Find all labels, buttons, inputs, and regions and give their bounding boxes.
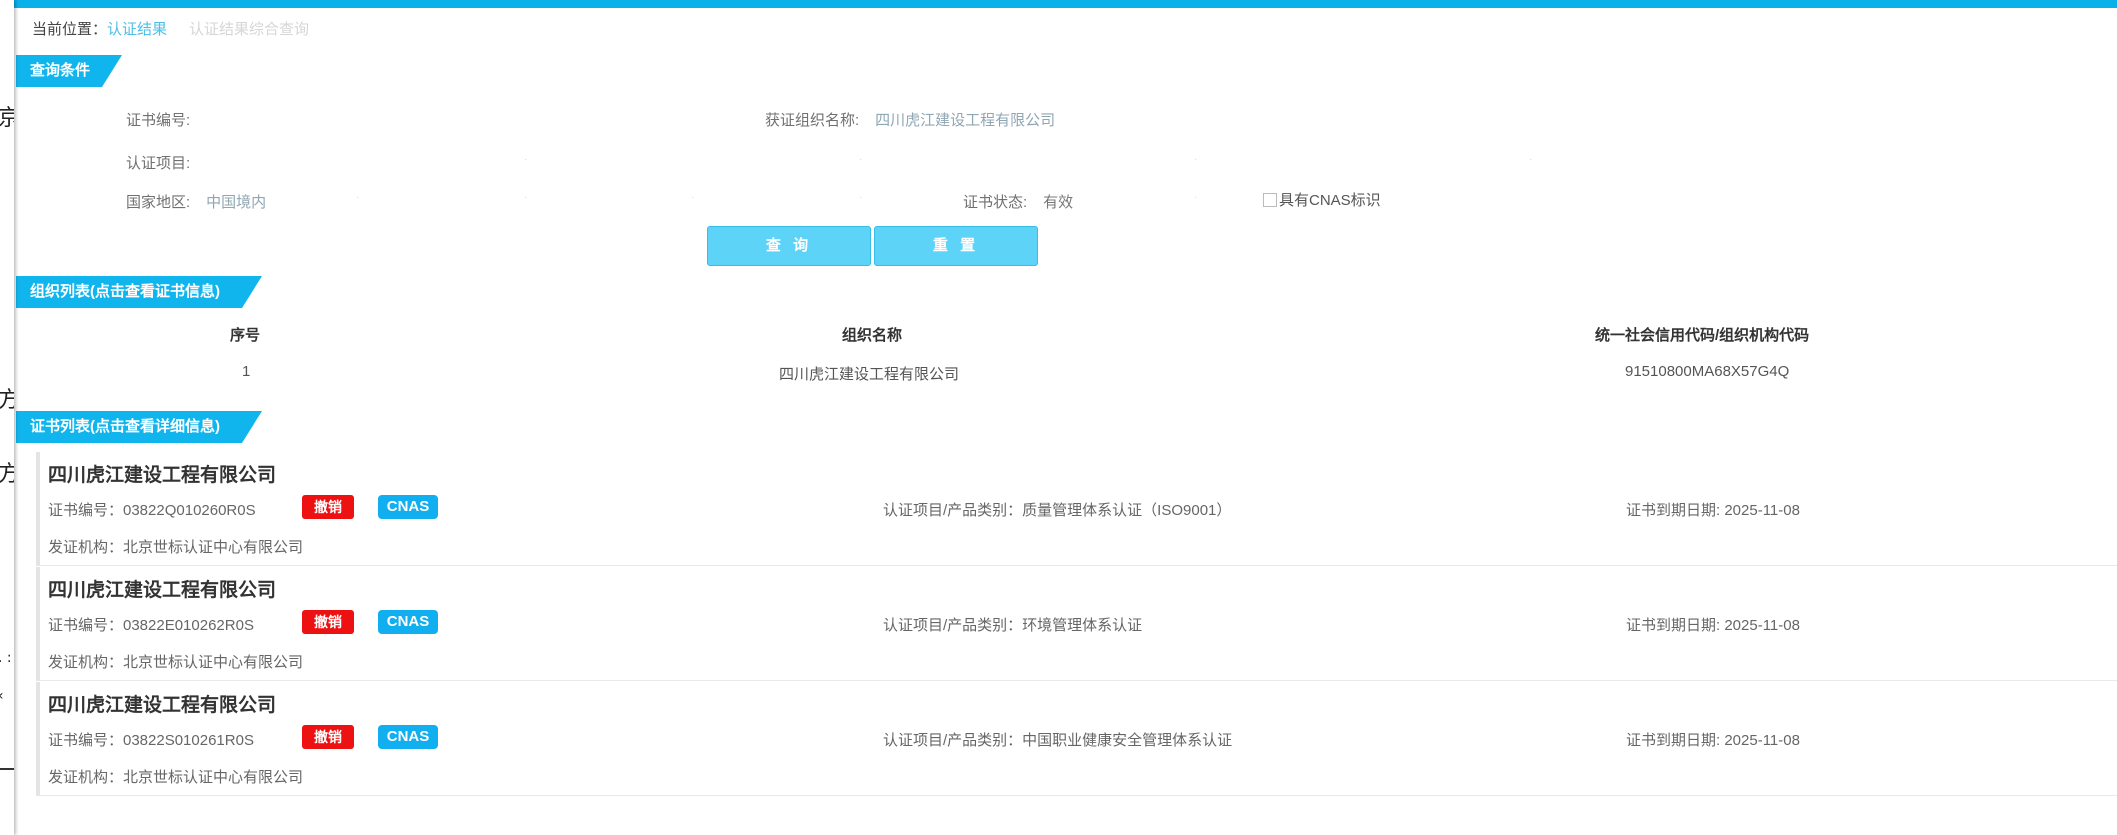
cert-expire-date: 证书到期日期: 2025-11-08 [1626,732,1800,749]
edge-glyph: ‹ [0,688,4,704]
section-cert-list-header: 证书列表(点击查看详细信息) [16,411,262,443]
cnas-checkbox-label: 具有CNAS标识 [1279,192,1381,209]
revoked-badge: 撤销 [302,725,354,749]
breadcrumb-current[interactable]: 认证结果 [107,21,167,38]
org-name-field[interactable]: 获证组织名称: 四川虎江建设工程有限公司 [765,109,1055,130]
section-org-list-header: 组织列表(点击查看证书信息) [16,276,262,308]
checkbox-box[interactable] [1263,192,1277,207]
main-content: 当前位置：认证结果 认证结果综合查询 查询条件 证书编号: 获证组织名称: 四川虎江… [14,8,2117,835]
select-divider: · [1194,154,1198,165]
edge-rule [0,768,14,770]
project-field[interactable]: 认证项目: [126,152,190,173]
reset-button[interactable]: 重 置 [874,226,1038,266]
select-divider: · [1529,154,1533,165]
cnas-badge: CNAS [378,610,438,634]
status-select[interactable]: 有效 [1043,194,1073,211]
cert-issuer: 发证机构：北京世标认证中心有限公司 [48,654,304,671]
cert-expire-date: 证书到期日期: 2025-11-08 [1626,502,1800,519]
cert-card[interactable]: 四川虎江建设工程有限公司 证书编号：03822S010261R0S 撤销 CNA… [36,682,2117,796]
cert-project: 认证项目/产品类别：中国职业健康安全管理体系认证 [883,732,1233,749]
section-query-header: 查询条件 [16,55,122,87]
cert-no-field[interactable]: 证书编号: [126,109,190,130]
cert-number: 证书编号：03822S010261R0S [48,732,254,749]
cert-number: 证书编号：03822Q010260R0S [48,502,256,519]
select-divider: · [859,192,863,203]
status-field[interactable]: 证书状态: 有效 [963,191,1073,212]
select-divider: · [691,192,695,203]
left-page-edge: 京 方 方 . : ‹ [0,0,14,835]
cert-issuer: 发证机构：北京世标认证中心有限公司 [48,539,304,556]
org-row-seq: 1 [242,363,251,380]
cert-project: 认证项目/产品类别：质量管理体系认证（ISO9001） [883,502,1232,519]
region-label: 国家地区: [126,194,191,211]
region-field[interactable]: 国家地区: 中国境内 [126,191,266,212]
org-table-header-name: 组织名称 [842,327,903,344]
cert-org-name[interactable]: 四川虎江建设工程有限公司 [48,460,276,487]
status-label: 证书状态: [963,194,1028,211]
edge-glyph: 京 [0,106,14,131]
select-divider: · [859,154,863,165]
cnas-checkbox[interactable]: 具有CNAS标识 [1263,189,1381,210]
cert-project: 认证项目/产品类别：环境管理体系认证 [883,617,1143,634]
cert-card[interactable]: 四川虎江建设工程有限公司 证书编号：03822Q010260R0S 撤销 CNA… [36,452,2117,566]
org-table-header-seq: 序号 [230,327,261,344]
org-row-code: 91510800MA68X57G4Q [1625,363,1790,380]
query-button[interactable]: 查 询 [707,226,871,266]
breadcrumb-prefix: 当前位置： [32,21,108,38]
cert-card[interactable]: 四川虎江建设工程有限公司 证书编号：03822E010262R0S 撤销 CNA… [36,567,2117,681]
revoked-badge: 撤销 [302,495,354,519]
cnas-badge: CNAS [378,725,438,749]
org-name-label: 获证组织名称: [765,112,860,129]
select-divider: · [1194,192,1198,203]
org-table-header-code: 统一社会信用代码/组织机构代码 [1595,327,1810,344]
region-select[interactable]: 中国境内 [206,194,266,211]
cert-org-name[interactable]: 四川虎江建设工程有限公司 [48,575,276,602]
org-name-input[interactable]: 四川虎江建设工程有限公司 [875,112,1055,129]
cert-number: 证书编号：03822E010262R0S [48,617,254,634]
cert-no-label: 证书编号: [126,112,191,129]
cert-org-name[interactable]: 四川虎江建设工程有限公司 [48,690,276,717]
breadcrumb: 当前位置：认证结果 认证结果综合查询 [32,18,309,39]
breadcrumb-faint[interactable]: 认证结果综合查询 [189,21,309,38]
org-row-name[interactable]: 四川虎江建设工程有限公司 [779,363,959,384]
edge-glyph: 方 [0,462,14,487]
revoked-badge: 撤销 [302,610,354,634]
cert-issuer: 发证机构：北京世标认证中心有限公司 [48,769,304,786]
select-divider: · [524,192,528,203]
top-accent-bar [14,0,2117,8]
select-divider: · [524,154,528,165]
select-divider: · [356,192,360,203]
edge-glyph: . : [0,650,12,666]
cert-expire-date: 证书到期日期: 2025-11-08 [1626,617,1800,634]
edge-glyph: 方 [0,388,14,413]
project-label: 认证项目: [126,155,191,172]
cnas-badge: CNAS [378,495,438,519]
